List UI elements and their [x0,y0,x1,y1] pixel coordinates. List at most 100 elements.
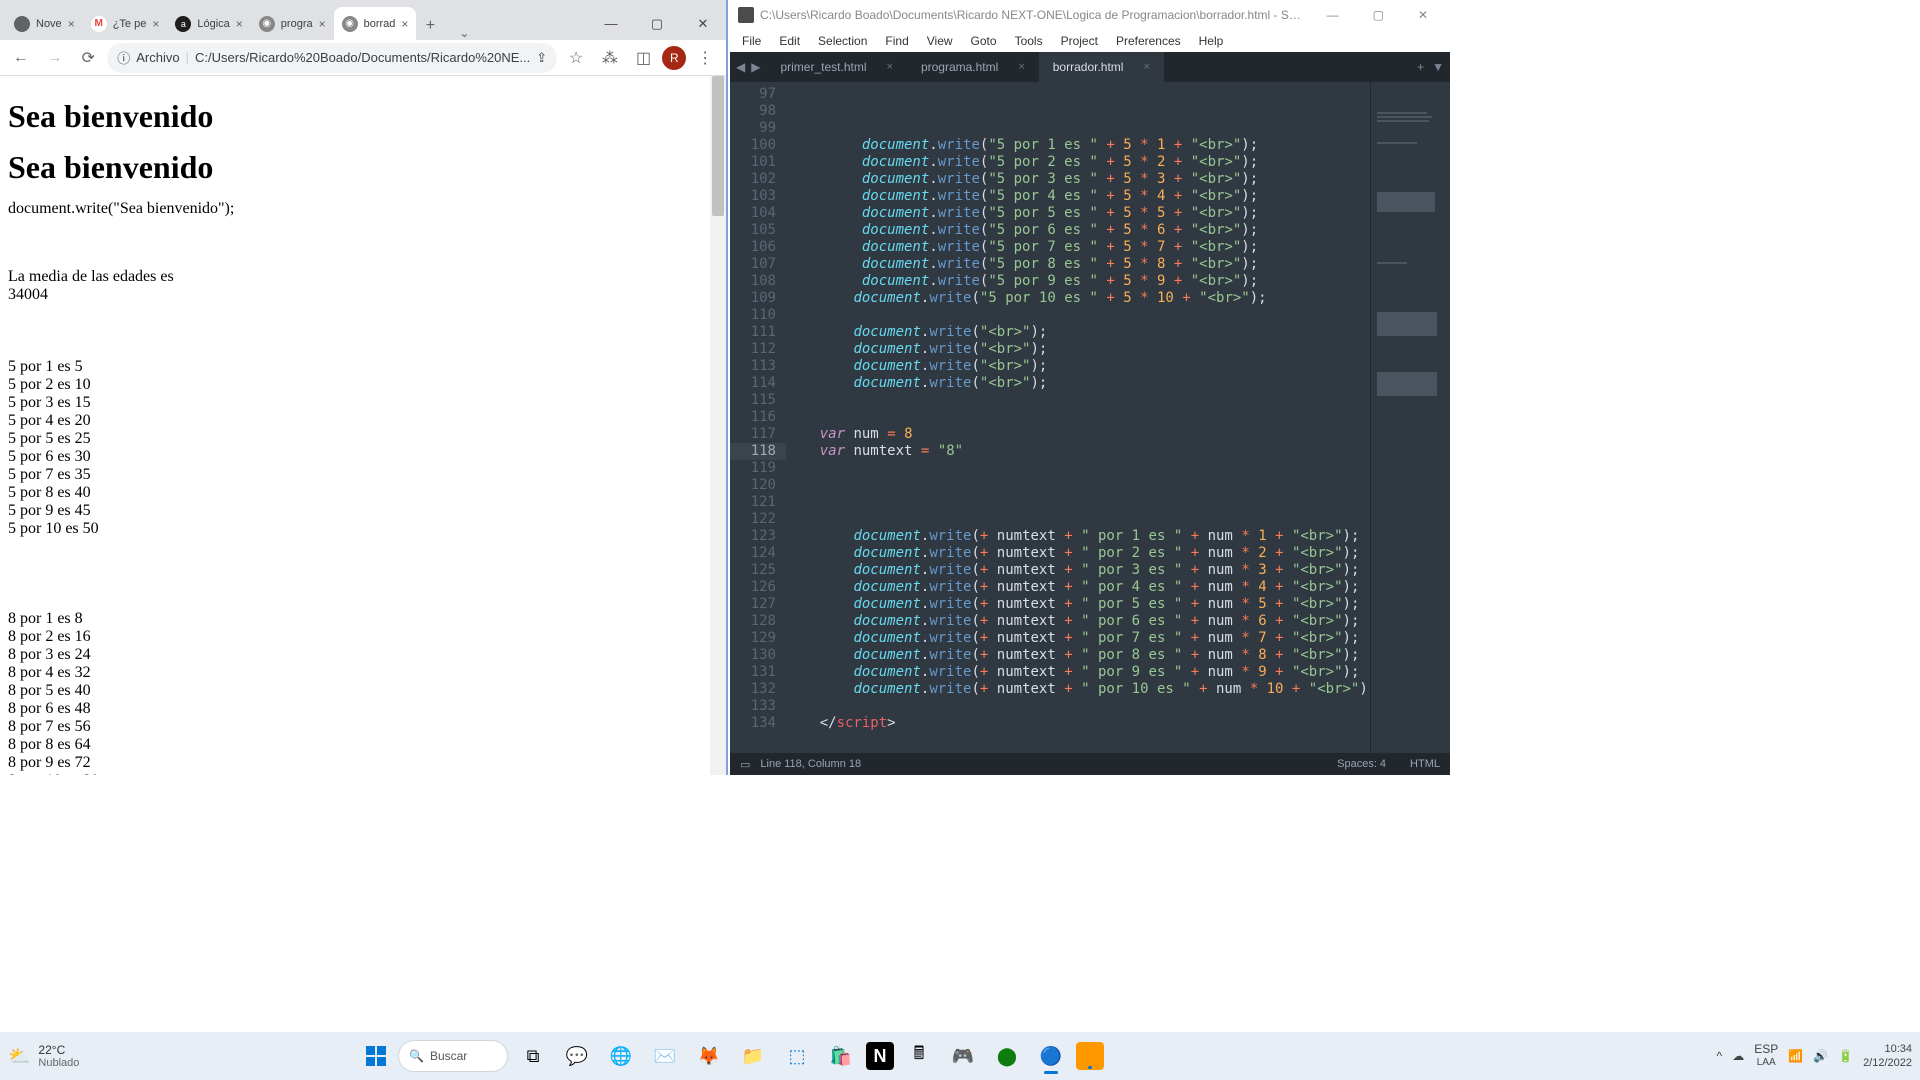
menu-file[interactable]: File [734,32,769,50]
close-icon[interactable]: × [1018,61,1024,73]
editor-titlebar: C:\Users\Ricardo Boado\Documents\Ricardo… [730,0,1450,30]
nav-fwd-icon[interactable]: ▶ [751,60,760,74]
vscode-icon[interactable]: ⬚ [778,1037,816,1075]
tray-overflow-icon[interactable]: ^ [1717,1049,1723,1063]
table-row: 8 por 2 es 16 [8,628,718,646]
close-button[interactable]: ✕ [680,7,726,40]
minimap[interactable] [1370,82,1450,753]
date: 2/12/2022 [1863,1056,1912,1070]
explorer-icon[interactable]: 📁 [734,1037,772,1075]
menu-find[interactable]: Find [877,32,916,50]
menu-preferences[interactable]: Preferences [1108,32,1189,50]
keyboard-lang[interactable]: ESP [1754,1043,1778,1056]
close-icon[interactable]: × [887,61,893,73]
editor-tabstrip: ◀ ▶ primer_test.html × programa.html× borr… [730,52,1450,82]
table-row: 8 por 8 es 64 [8,736,718,754]
browser-tab-active[interactable]: ◉ borrad × [334,7,417,40]
close-icon[interactable]: × [68,17,75,31]
close-icon[interactable]: × [319,17,326,31]
xbox-icon[interactable]: ⬤ [988,1037,1026,1075]
tab-label: borrad [364,18,396,30]
clock[interactable]: 10:34 2/12/2022 [1863,1042,1912,1070]
sidepanel-icon[interactable]: ◫ [629,43,659,73]
firefox-icon[interactable]: 🦊 [690,1037,728,1075]
minimize-button[interactable]: ― [588,7,634,40]
share-icon[interactable]: ⇪ [536,50,547,66]
browser-tab[interactable]: aLógica× [167,7,250,40]
panel-icon[interactable]: ▭ [740,758,750,771]
sublime-icon[interactable] [1076,1042,1104,1070]
indent-setting[interactable]: Spaces: 4 [1337,758,1386,770]
weather-widget[interactable]: ⛅ 22°C Nublado [8,1043,79,1069]
favicon: ◉ [259,16,275,32]
edge-icon[interactable]: 🌐 [602,1037,640,1075]
battery-icon[interactable]: 🔋 [1838,1049,1853,1063]
notion-icon[interactable]: N [866,1042,894,1070]
menu-project[interactable]: Project [1053,32,1106,50]
table-row: 5 por 7 es 35 [8,466,718,484]
address-bar[interactable]: ⓘ Archivo | C:/Users/Ricardo%20Boado/Doc… [107,43,557,73]
url-text: C:/Users/Ricardo%20Boado/Documents/Ricar… [195,50,530,65]
dropdown-icon[interactable]: ▼ [1432,60,1444,74]
wifi-icon[interactable]: 📶 [1788,1049,1803,1063]
weather-temp: 22°C [38,1043,79,1057]
bookmark-icon[interactable]: ☆ [561,43,591,73]
media-value: 34004 [8,286,718,304]
taskbar-center: 🔍Buscar ⧉ 💬 🌐 ✉️ 🦊 📁 ⬚ 🛍️ N 🖩 🎮 ⬤ 🔵 [360,1032,1104,1080]
table-row: 5 por 9 es 45 [8,502,718,520]
close-icon[interactable]: × [152,17,159,31]
tab-label: primer_test.html [780,60,866,74]
browser-tab[interactable]: Nove× [6,7,83,40]
menu-goto[interactable]: Goto [963,32,1005,50]
task-view-icon[interactable]: ⧉ [514,1037,552,1075]
close-icon[interactable]: × [236,17,243,31]
discord-icon[interactable]: 🎮 [944,1037,982,1075]
profile-avatar[interactable]: R [662,46,686,70]
mail-icon[interactable]: ✉️ [646,1037,684,1075]
menu-view[interactable]: View [919,32,961,50]
new-tab-button[interactable]: + [416,12,444,40]
favicon: ◉ [342,16,358,32]
menu-selection[interactable]: Selection [810,32,875,50]
back-button[interactable]: ← [6,43,36,73]
volume-icon[interactable]: 🔊 [1813,1049,1828,1063]
menu-edit[interactable]: Edit [771,32,808,50]
editor-tab-active[interactable]: borrador.html× [1039,52,1164,82]
time: 10:34 [1863,1042,1912,1056]
tab-search-icon[interactable]: ⌄ [444,26,484,40]
close-icon[interactable]: × [1143,61,1149,73]
editor-tab[interactable]: programa.html× [907,52,1039,82]
maximize-button[interactable]: ▢ [634,7,680,40]
onedrive-icon[interactable]: ☁ [1732,1049,1744,1063]
scrollbar[interactable] [710,76,726,775]
start-button[interactable] [360,1040,392,1072]
menu-tools[interactable]: Tools [1007,32,1051,50]
syntax-mode[interactable]: HTML [1410,758,1440,770]
browser-tab[interactable]: ◉progra× [251,7,334,40]
minimize-button[interactable]: ― [1313,8,1353,22]
reload-button[interactable]: ⟳ [74,43,104,73]
maximize-button[interactable]: ▢ [1359,8,1398,22]
chat-icon[interactable]: 💬 [558,1037,596,1075]
forward-button[interactable]: → [40,43,70,73]
code-area[interactable]: document.write("5 por 1 es " + 5 * 1 + "… [786,82,1370,753]
menu-help[interactable]: Help [1191,32,1232,50]
table-row: 5 por 10 es 50 [8,520,718,538]
new-tab-icon[interactable]: + [1417,60,1424,74]
table-row: 8 por 3 es 24 [8,646,718,664]
browser-toolbar: ← → ⟳ ⓘ Archivo | C:/Users/Ricardo%20Boa… [0,40,726,76]
browser-tab[interactable]: M¿Te pe× [83,7,168,40]
taskbar-search[interactable]: 🔍Buscar [398,1040,508,1072]
editor-tab[interactable]: primer_test.html × [766,52,906,82]
extensions-icon[interactable]: ⁂ [595,43,625,73]
close-icon[interactable]: × [401,17,408,31]
menu-icon[interactable]: ⋮ [690,43,720,73]
store-icon[interactable]: 🛍️ [822,1037,860,1075]
calculator-icon[interactable]: 🖩 [900,1037,938,1075]
table-row: 8 por 10 es 80 [8,772,718,775]
close-button[interactable]: ✕ [1404,8,1442,22]
chrome-icon[interactable]: 🔵 [1032,1037,1070,1075]
code-editor[interactable]: 9798991001011021031041051061071081091101… [730,82,1450,753]
editor-window: C:\Users\Ricardo Boado\Documents\Ricardo… [730,0,1450,775]
nav-back-icon[interactable]: ◀ [736,60,745,74]
